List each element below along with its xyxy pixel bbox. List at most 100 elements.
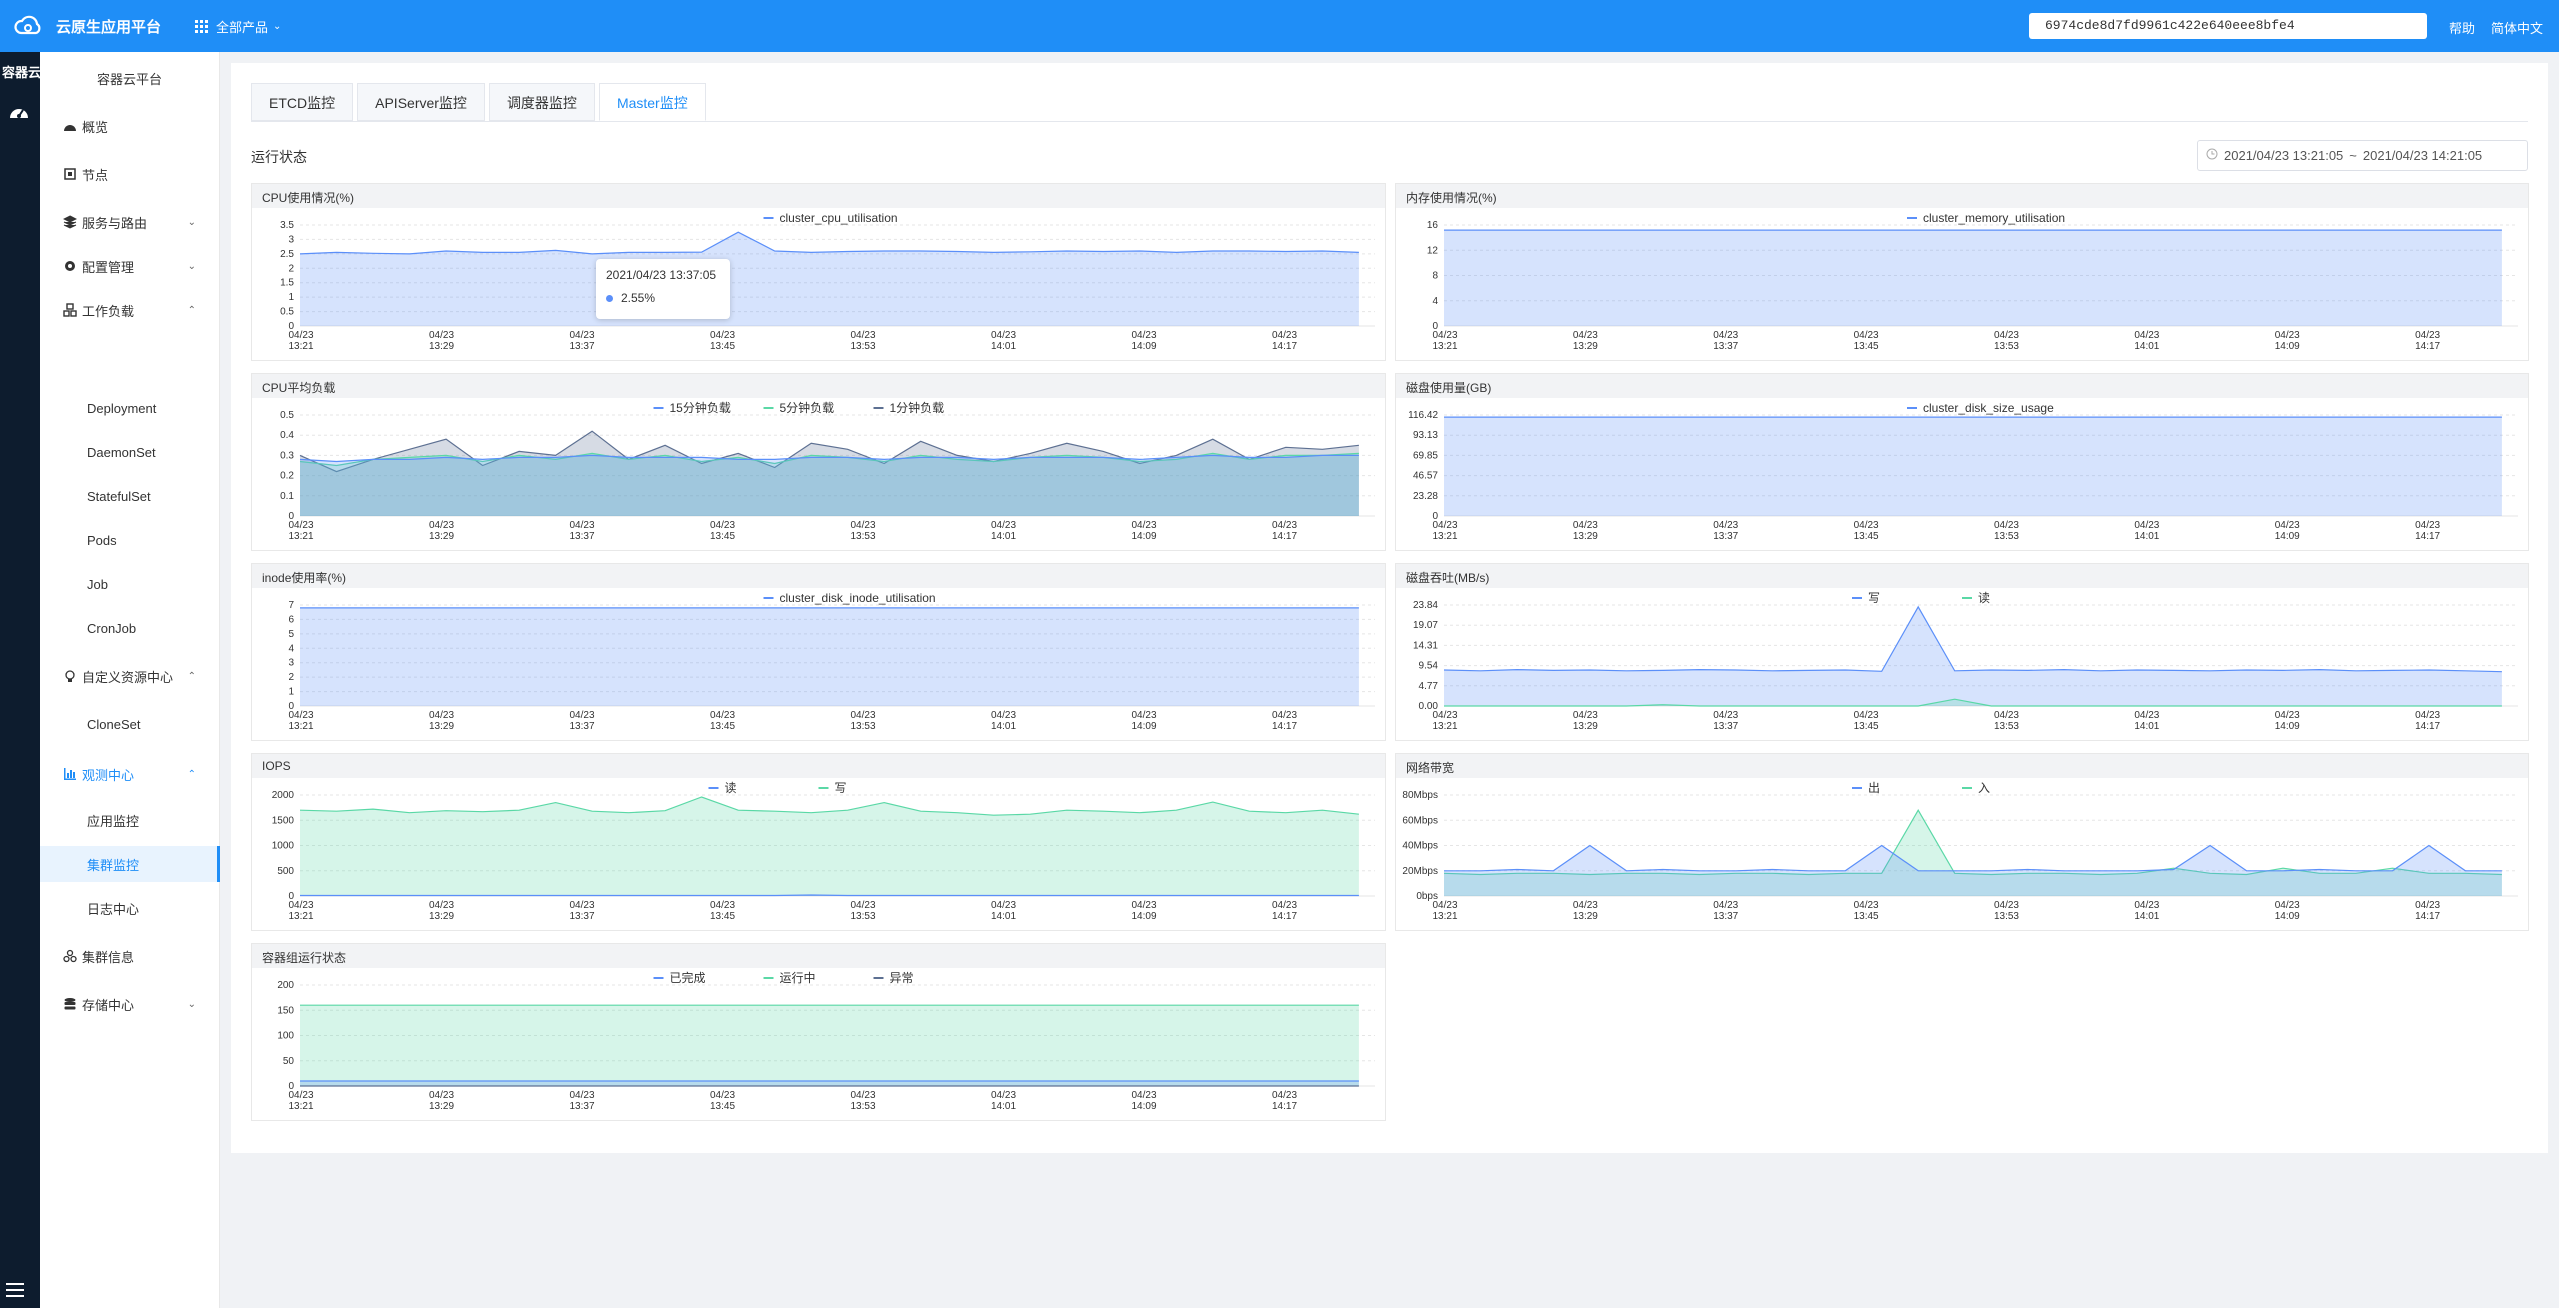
all-products-label: 全部产品 xyxy=(216,19,269,35)
tab-scheduler[interactable]: 调度器监控 xyxy=(488,83,595,121)
x-tick-label: 13:37 xyxy=(569,1101,594,1112)
sidebar-sub-cluster-monitor[interactable]: 集群监控 xyxy=(40,846,220,882)
x-tick-label: 04/23 xyxy=(569,330,594,341)
chevron-down-icon: ⌄ xyxy=(187,260,196,272)
sidebar-item-storage[interactable]: 存储中心 ⌄ xyxy=(40,986,220,1022)
x-tick-label: 04/23 xyxy=(710,520,735,531)
database-icon xyxy=(62,996,78,1012)
sidebar-sub-log-center[interactable]: 日志中心 xyxy=(40,890,220,926)
language-switch[interactable]: 简体中文 xyxy=(2491,18,2543,37)
y-tick-label: 100 xyxy=(277,1031,294,1042)
tooltip-value: 2.55% xyxy=(621,291,656,305)
sidebar-item-nodes[interactable]: 节点 xyxy=(40,156,220,192)
iops-chart[interactable]: 读写050010001500200004/2313:2104/2313:2904… xyxy=(252,778,1385,930)
sidebar-sub-deployment[interactable]: Deployment xyxy=(40,390,220,426)
x-tick-label: 04/23 xyxy=(429,1090,454,1101)
x-tick-label: 14:09 xyxy=(2275,721,2300,732)
legend-label: cluster_disk_size_usage xyxy=(1923,401,2054,415)
x-tick-label: 13:21 xyxy=(1432,341,1457,352)
y-tick-label: 50 xyxy=(283,1056,295,1067)
x-tick-label: 13:29 xyxy=(429,1101,454,1112)
sidebar-item-config[interactable]: 配置管理 ⌄ xyxy=(40,248,220,284)
disk-usage-chart[interactable]: cluster_disk_size_usage023.2846.5769.859… xyxy=(1396,398,2528,550)
tab-apiserver[interactable]: APIServer监控 xyxy=(357,83,485,121)
x-tick-label: 13:37 xyxy=(1713,341,1738,352)
x-tick-label: 14:09 xyxy=(1131,911,1156,922)
legend-label: 写 xyxy=(1868,591,1880,605)
chart-title: CPU使用情况(%) xyxy=(252,184,1385,208)
x-tick-label: 04/23 xyxy=(991,900,1016,911)
x-tick-label: 13:45 xyxy=(710,721,735,732)
x-tick-label: 04/23 xyxy=(1131,900,1156,911)
disk-throughput-chart[interactable]: 写读0.004.779.5414.3119.0723.8404/2313:210… xyxy=(1396,588,2528,740)
tab-etcd[interactable]: ETCD监控 xyxy=(251,83,354,121)
sidebar-sub-daemonset[interactable]: DaemonSet xyxy=(40,434,220,470)
x-tick-label: 04/23 xyxy=(850,710,875,721)
legend-label: 读 xyxy=(725,781,737,795)
x-tick-label: 13:45 xyxy=(710,1101,735,1112)
legend-label: 异常 xyxy=(890,971,914,985)
x-tick-label: 13:29 xyxy=(1573,341,1598,352)
x-tick-label: 13:45 xyxy=(710,531,735,542)
menu-icon[interactable] xyxy=(6,1283,24,1302)
sidebar-title: 容器云平台 xyxy=(96,72,162,87)
sidebar-item-label: 自定义资源中心 xyxy=(82,669,174,685)
sidebar-item-workloads[interactable]: 工作负载 ⌃ xyxy=(40,292,220,328)
date-range-picker[interactable]: 2021/04/23 13:21:05 ~ 2021/04/23 14:21:0… xyxy=(2197,140,2528,171)
sidebar-item-overview[interactable]: 概览 xyxy=(40,108,220,144)
chart-panel-network: 网络带宽 出入 0bps 20Mbps 40Mbps 60Mbps 80Mbps 04/23… xyxy=(1395,753,2529,931)
sidebar-item-observe[interactable]: 观测中心 ⌃ xyxy=(40,756,220,792)
x-tick-label: 04/23 xyxy=(2134,330,2159,341)
inode-usage-chart[interactable]: cluster_disk_inode_utilisation0123456704… xyxy=(252,588,1385,740)
x-tick-label: 04/23 xyxy=(2275,900,2300,911)
all-products-menu[interactable]: 全部产品 ⌄ xyxy=(195,17,281,36)
tab-master[interactable]: Master监控 xyxy=(598,83,706,121)
sidebar-sub-job[interactable]: Job xyxy=(40,566,220,602)
sidebar-item-services[interactable]: 服务与路由 ⌄ xyxy=(40,204,220,240)
network-chart[interactable]: 出入0bps20Mbps40Mbps60Mbps80Mbps04/2313:21… xyxy=(1396,778,2528,930)
cloud-logo-icon[interactable] xyxy=(8,0,48,52)
x-tick-label: 04/23 xyxy=(991,1090,1016,1101)
y-tick-label: 60Mbps xyxy=(1402,815,1438,826)
help-link[interactable]: 帮助 xyxy=(2449,18,2475,37)
date-range-start: 2021/04/23 13:21:05 xyxy=(2224,148,2344,163)
x-tick-label: 13:29 xyxy=(429,531,454,542)
pod-status-chart[interactable]: 已完成 运行中 异常05010015020004/2313:2104/2313:29… xyxy=(252,968,1385,1120)
chart-panel-cpu-load: CPU平均负载 15分钟负载 5分钟负载 1分钟负载 0 0.1 0.2 0.3 0.4 0.5… xyxy=(251,373,1386,551)
cluster-id-field[interactable]: 6974cde8d7fd9961c422e640eee8bfe4 xyxy=(2029,13,2427,39)
y-tick-label: 14.31 xyxy=(1413,640,1438,651)
sidebar-item-crd[interactable]: 自定义资源中心 ⌃ xyxy=(40,658,220,694)
x-tick-label: 04/23 xyxy=(1131,710,1156,721)
x-tick-label: 04/23 xyxy=(1131,1090,1156,1101)
sidebar-sub-cloneset[interactable]: CloneSet xyxy=(40,706,220,742)
memory-usage-chart[interactable]: cluster_memory_utilisation048121604/2313… xyxy=(1396,208,2528,360)
sidebar: 容器云平台 概览 节点 服务与路由 ⌄ 配置管理 ⌄ 工作负载 ⌃ Deploy… xyxy=(40,52,220,1308)
x-tick-label: 04/23 xyxy=(429,330,454,341)
x-tick-label: 13:45 xyxy=(1854,531,1879,542)
series-line xyxy=(1443,605,2502,673)
legend-label: 5分钟负载 xyxy=(780,400,835,415)
x-tick-label: 04/23 xyxy=(2275,710,2300,721)
x-tick-label: 04/23 xyxy=(850,330,875,341)
x-tick-label: 04/23 xyxy=(1994,710,2019,721)
sidebar-sub-pods[interactable]: Pods xyxy=(40,522,220,558)
sidebar-item-label: 概览 xyxy=(82,119,109,135)
sidebar-sub-app-monitor[interactable]: 应用监控 xyxy=(40,802,220,838)
x-tick-label: 13:45 xyxy=(1854,721,1879,732)
cpu-load-chart[interactable]: 15分钟负载 5分钟负载 1分钟负载00.10.20.30.40.504/2313:… xyxy=(252,398,1385,550)
x-tick-label: 14:17 xyxy=(1272,721,1297,732)
sidebar-sub-statefulset[interactable]: StatefulSet xyxy=(40,478,220,514)
x-tick-label: 04/23 xyxy=(1432,520,1457,531)
cpu-usage-chart[interactable]: cluster_cpu_utilisation00.511.522.533.50… xyxy=(252,208,1385,360)
x-tick-label: 14:09 xyxy=(1131,531,1156,542)
sidebar-item-cluster-info[interactable]: 集群信息 xyxy=(40,938,220,974)
date-range-end: 2021/04/23 14:21:05 xyxy=(2362,148,2483,163)
chart-panel-disk-usage: 磁盘使用量(GB) cluster_disk_size_usage 0 23.28 4… xyxy=(1395,373,2529,551)
sidebar-sub-cronjob[interactable]: CronJob xyxy=(40,610,220,646)
y-tick-label: 3 xyxy=(288,234,294,245)
y-tick-label: 2.5 xyxy=(280,249,294,260)
x-tick-label: 04/23 xyxy=(1994,330,2019,341)
x-tick-label: 14:09 xyxy=(2275,911,2300,922)
dashboard-gauge-icon[interactable] xyxy=(8,103,40,126)
chart-title: 内存使用情况(%) xyxy=(1396,184,2528,208)
